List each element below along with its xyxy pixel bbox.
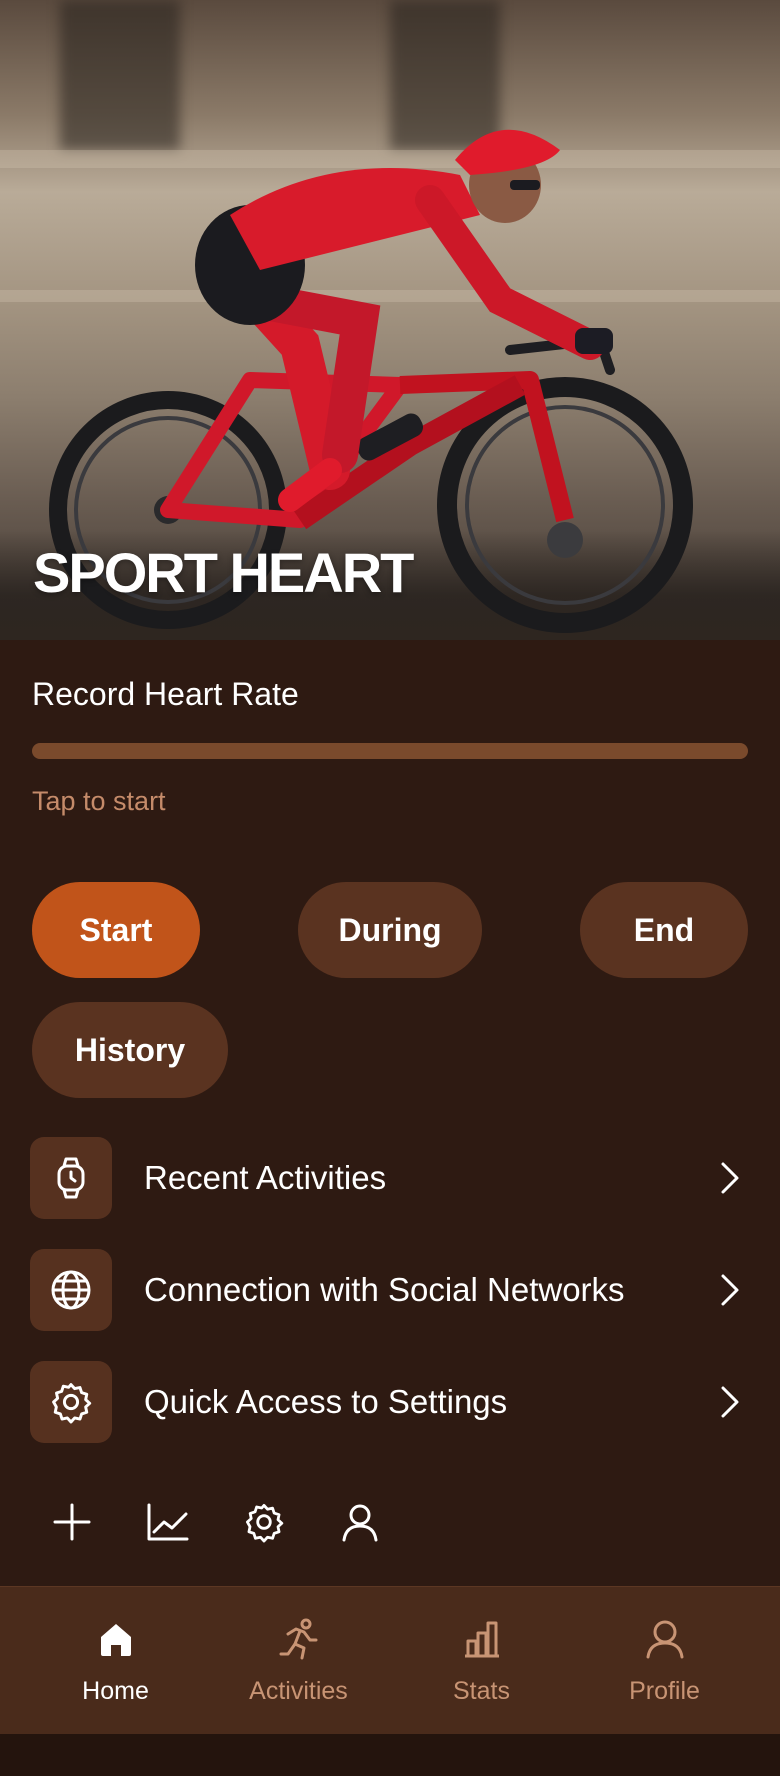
user-icon[interactable] [338,1500,382,1544]
chevron-right-icon [710,1270,750,1310]
system-gesture-bar [0,1734,780,1776]
globe-icon [30,1249,112,1331]
record-heart-rate-label: Record Heart Rate [32,676,299,712]
bar-chart-icon [462,1615,502,1663]
heart-rate-progress-bar [32,743,748,759]
nav-label: Home [82,1677,149,1705]
during-button[interactable]: During [298,882,482,978]
menu-item-label: Recent Activities [144,1159,387,1196]
chevron-right-icon [710,1382,750,1422]
watch-icon [30,1137,112,1219]
nav-item-stats[interactable]: Stats [390,1587,573,1735]
nav-label: Activities [249,1677,348,1705]
start-button[interactable]: Start [32,882,200,978]
nav-item-home[interactable]: Home [24,1587,207,1735]
chevron-right-icon [710,1158,750,1198]
nav-label: Stats [453,1677,510,1705]
menu-item-social-networks[interactable]: Connection with Social Networks [30,1248,750,1332]
running-icon [278,1615,320,1663]
nav-label: Profile [629,1677,700,1705]
menu-item-recent-activities[interactable]: Recent Activities [30,1136,750,1220]
menu-item-label: Connection with Social Networks [144,1271,625,1308]
gear-icon [30,1361,112,1443]
home-icon [96,1615,136,1663]
gear-icon[interactable] [242,1500,286,1544]
menu-item-label: Quick Access to Settings [144,1383,508,1420]
user-icon [645,1615,685,1663]
app-title: SPORT HEART [33,541,414,604]
bottom-navigation: Home Activities Stats Profile [0,1586,780,1734]
end-button[interactable]: End [580,882,748,978]
line-chart-icon[interactable] [146,1500,190,1544]
menu-item-quick-settings[interactable]: Quick Access to Settings [30,1360,750,1444]
nav-item-activities[interactable]: Activities [207,1587,390,1735]
plus-icon[interactable] [50,1500,94,1544]
tap-to-start-hint: Tap to start [32,786,166,816]
hero-banner: SPORT HEART [0,0,780,640]
nav-item-profile[interactable]: Profile [573,1587,756,1735]
history-button[interactable]: History [32,1002,228,1098]
